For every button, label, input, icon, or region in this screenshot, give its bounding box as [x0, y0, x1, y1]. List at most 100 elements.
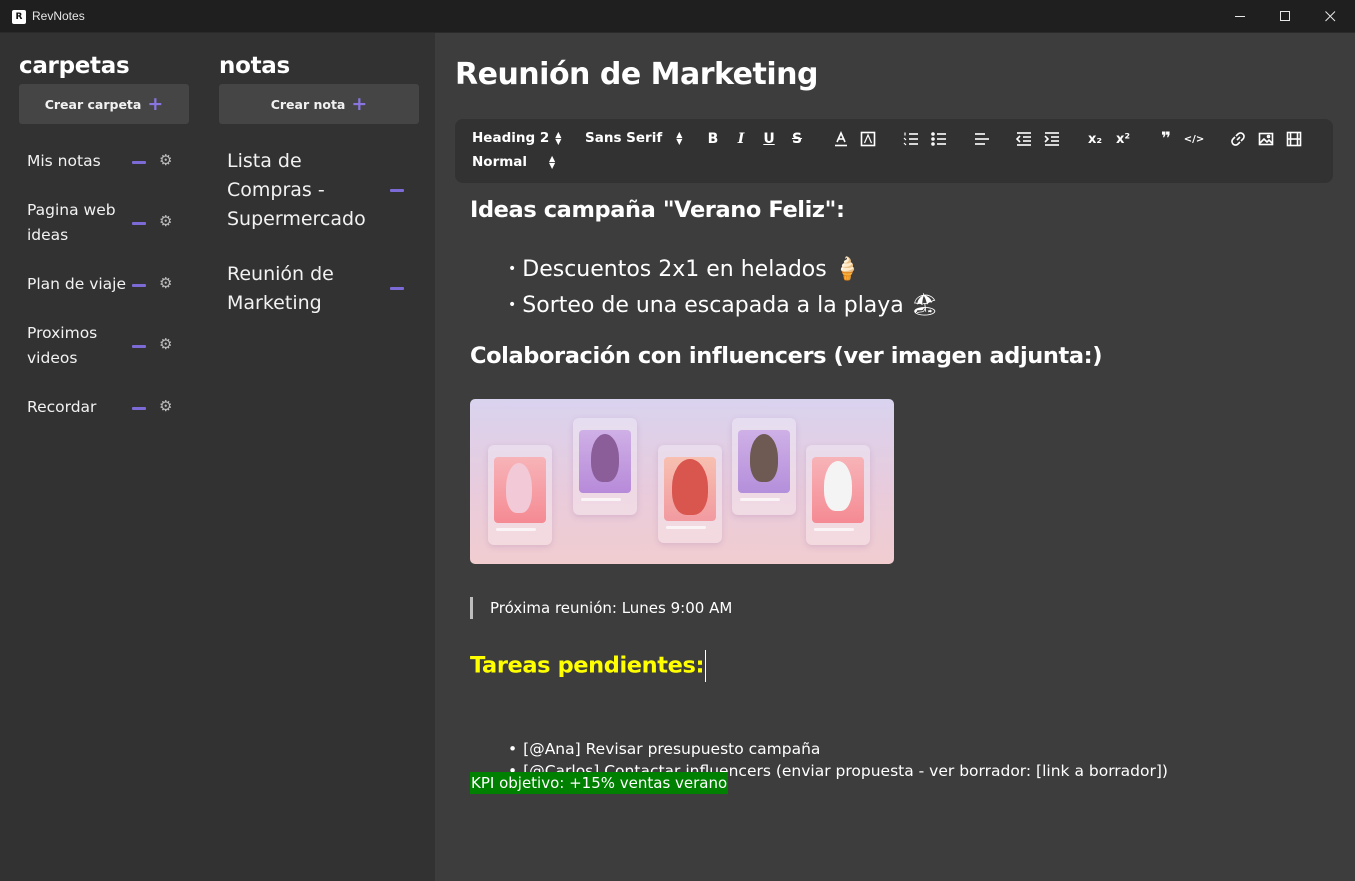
card-line: [581, 498, 621, 501]
strike-icon: S: [791, 131, 803, 147]
folder-settings-icon[interactable]: ⚙: [159, 276, 172, 291]
notes-title: notas: [219, 53, 290, 79]
delete-note-icon[interactable]: [390, 189, 404, 192]
influencer-card: [658, 445, 722, 543]
delete-folder-icon[interactable]: [132, 407, 146, 410]
folder-settings-icon[interactable]: ⚙: [159, 214, 172, 229]
minimize-icon: [1234, 16, 1245, 17]
note-label: Reunión de Marketing: [227, 263, 334, 314]
delete-folder-icon[interactable]: [132, 284, 146, 287]
text-color-icon: [835, 131, 847, 147]
underline-button[interactable]: U: [759, 129, 779, 149]
delete-folder-icon[interactable]: [132, 345, 146, 348]
influencer-card: [806, 445, 870, 545]
strike-button[interactable]: S: [787, 129, 807, 149]
card-line: [740, 498, 780, 501]
card-line: [496, 528, 536, 531]
heading-tasks-text: Tareas pendientes:: [470, 652, 705, 679]
video-button[interactable]: [1284, 129, 1304, 149]
image-button[interactable]: [1256, 129, 1276, 149]
influencer-card: [732, 418, 796, 515]
ordered-list-icon: [903, 132, 918, 146]
maximize-button[interactable]: [1262, 0, 1308, 33]
folder-label: Mis notas: [27, 152, 101, 170]
size-select-value: Normal: [472, 154, 528, 170]
font-select[interactable]: Sans Serif ▲ ▼: [585, 130, 682, 146]
bold-icon: B: [707, 131, 719, 147]
folder-item-plan-de-viaje[interactable]: Plan de viaje ⚙: [27, 272, 187, 298]
bold-button[interactable]: B: [703, 129, 723, 149]
code-icon: </>: [1183, 133, 1205, 145]
ideas-list: Descuentos 2x1 en helados 🍦 Sorteo de un…: [508, 253, 939, 325]
create-folder-button[interactable]: Crear carpeta +: [19, 84, 189, 124]
folder-item-pagina-web-ideas[interactable]: Pagina web ideas ⚙: [27, 198, 187, 248]
influencer-person: [506, 463, 532, 513]
quote-icon: ❞: [1161, 129, 1171, 149]
folder-settings-icon[interactable]: ⚙: [159, 337, 172, 352]
heading-select[interactable]: Heading 2 ▲ ▼: [472, 130, 561, 146]
text-cursor: [705, 650, 707, 682]
folder-item-proximos-videos[interactable]: Proximos videos ⚙: [27, 321, 187, 371]
background-color-icon: [860, 131, 876, 147]
card-line: [814, 528, 854, 531]
list-item: Descuentos 2x1 en helados 🍦: [508, 253, 939, 289]
notes-panel: notas Crear nota + Lista de Compras - Su…: [205, 33, 435, 881]
indent-button[interactable]: [1042, 129, 1062, 149]
heading-campaign: Ideas campaña "Verano Feliz":: [470, 197, 845, 223]
link-icon: [1231, 132, 1245, 146]
influencer-person: [750, 434, 778, 482]
background-color-button[interactable]: [858, 129, 878, 149]
delete-note-icon[interactable]: [390, 287, 404, 290]
close-button[interactable]: [1307, 0, 1353, 33]
bullet-list-icon: [931, 132, 946, 146]
delete-folder-icon[interactable]: [132, 222, 146, 225]
note-item-reunion-de-marketing[interactable]: Reunión de Marketing: [227, 260, 417, 318]
superscript-button[interactable]: x²: [1113, 129, 1133, 149]
code-block-button[interactable]: </>: [1184, 129, 1204, 149]
select-arrows-icon: ▲ ▼: [549, 154, 556, 170]
minimize-button[interactable]: [1217, 0, 1263, 33]
folder-item-mis-notas[interactable]: Mis notas ⚙: [27, 149, 187, 175]
superscript-icon: x²: [1115, 131, 1131, 147]
note-title[interactable]: Reunión de Marketing: [455, 57, 818, 92]
folders-title: carpetas: [19, 53, 130, 79]
note-item-lista-de-compras[interactable]: Lista de Compras - Supermercado: [227, 147, 417, 234]
blockquote: Próxima reunión: Lunes 9:00 AM: [470, 597, 732, 619]
formatting-toolbar: Heading 2 ▲ ▼ Sans Serif ▲ ▼ Normal ▲ ▼ B I…: [455, 119, 1333, 183]
italic-button[interactable]: I: [731, 129, 751, 149]
create-note-button[interactable]: Crear nota +: [219, 84, 419, 124]
maximize-icon: [1279, 11, 1290, 21]
influencer-card: [488, 445, 552, 545]
subscript-button[interactable]: x₂: [1085, 129, 1105, 149]
video-icon: [1286, 131, 1302, 147]
select-arrows-icon: ▲ ▼: [555, 130, 562, 146]
subscript-icon: x₂: [1087, 131, 1103, 147]
list-item: [@Ana] Revisar presupuesto campaña: [508, 738, 1168, 760]
note-label: Lista de Compras - Supermercado: [227, 150, 366, 230]
window-title: RevNotes: [32, 9, 85, 23]
bullet-list-button[interactable]: [929, 129, 949, 149]
indent-icon: [1044, 132, 1059, 146]
link-button[interactable]: [1228, 129, 1248, 149]
size-select[interactable]: Normal ▲ ▼: [472, 154, 555, 170]
delete-folder-icon[interactable]: [132, 161, 146, 164]
folder-item-recordar[interactable]: Recordar ⚙: [27, 395, 187, 421]
text-color-button[interactable]: [831, 129, 851, 149]
close-icon: [1324, 11, 1335, 22]
create-note-label: Crear nota: [270, 96, 346, 112]
outdent-button[interactable]: [1014, 129, 1034, 149]
influencer-person: [591, 434, 619, 482]
image-icon: [1258, 132, 1274, 146]
heading-tasks: Tareas pendientes:: [470, 650, 707, 682]
folder-settings-icon[interactable]: ⚙: [159, 399, 172, 414]
editor-panel: Reunión de Marketing Heading 2 ▲ ▼ Sans S…: [435, 33, 1355, 881]
influencer-card: [573, 418, 637, 515]
plus-icon: +: [351, 92, 368, 115]
folder-settings-icon[interactable]: ⚙: [159, 153, 172, 168]
influencer-person: [672, 459, 708, 515]
blockquote-button[interactable]: ❞: [1156, 129, 1176, 149]
folders-panel: carpetas Crear carpeta + Mis notas ⚙ Pag…: [0, 33, 205, 881]
ordered-list-button[interactable]: [901, 129, 921, 149]
align-button[interactable]: [972, 129, 992, 149]
influencer-image: [470, 399, 894, 564]
